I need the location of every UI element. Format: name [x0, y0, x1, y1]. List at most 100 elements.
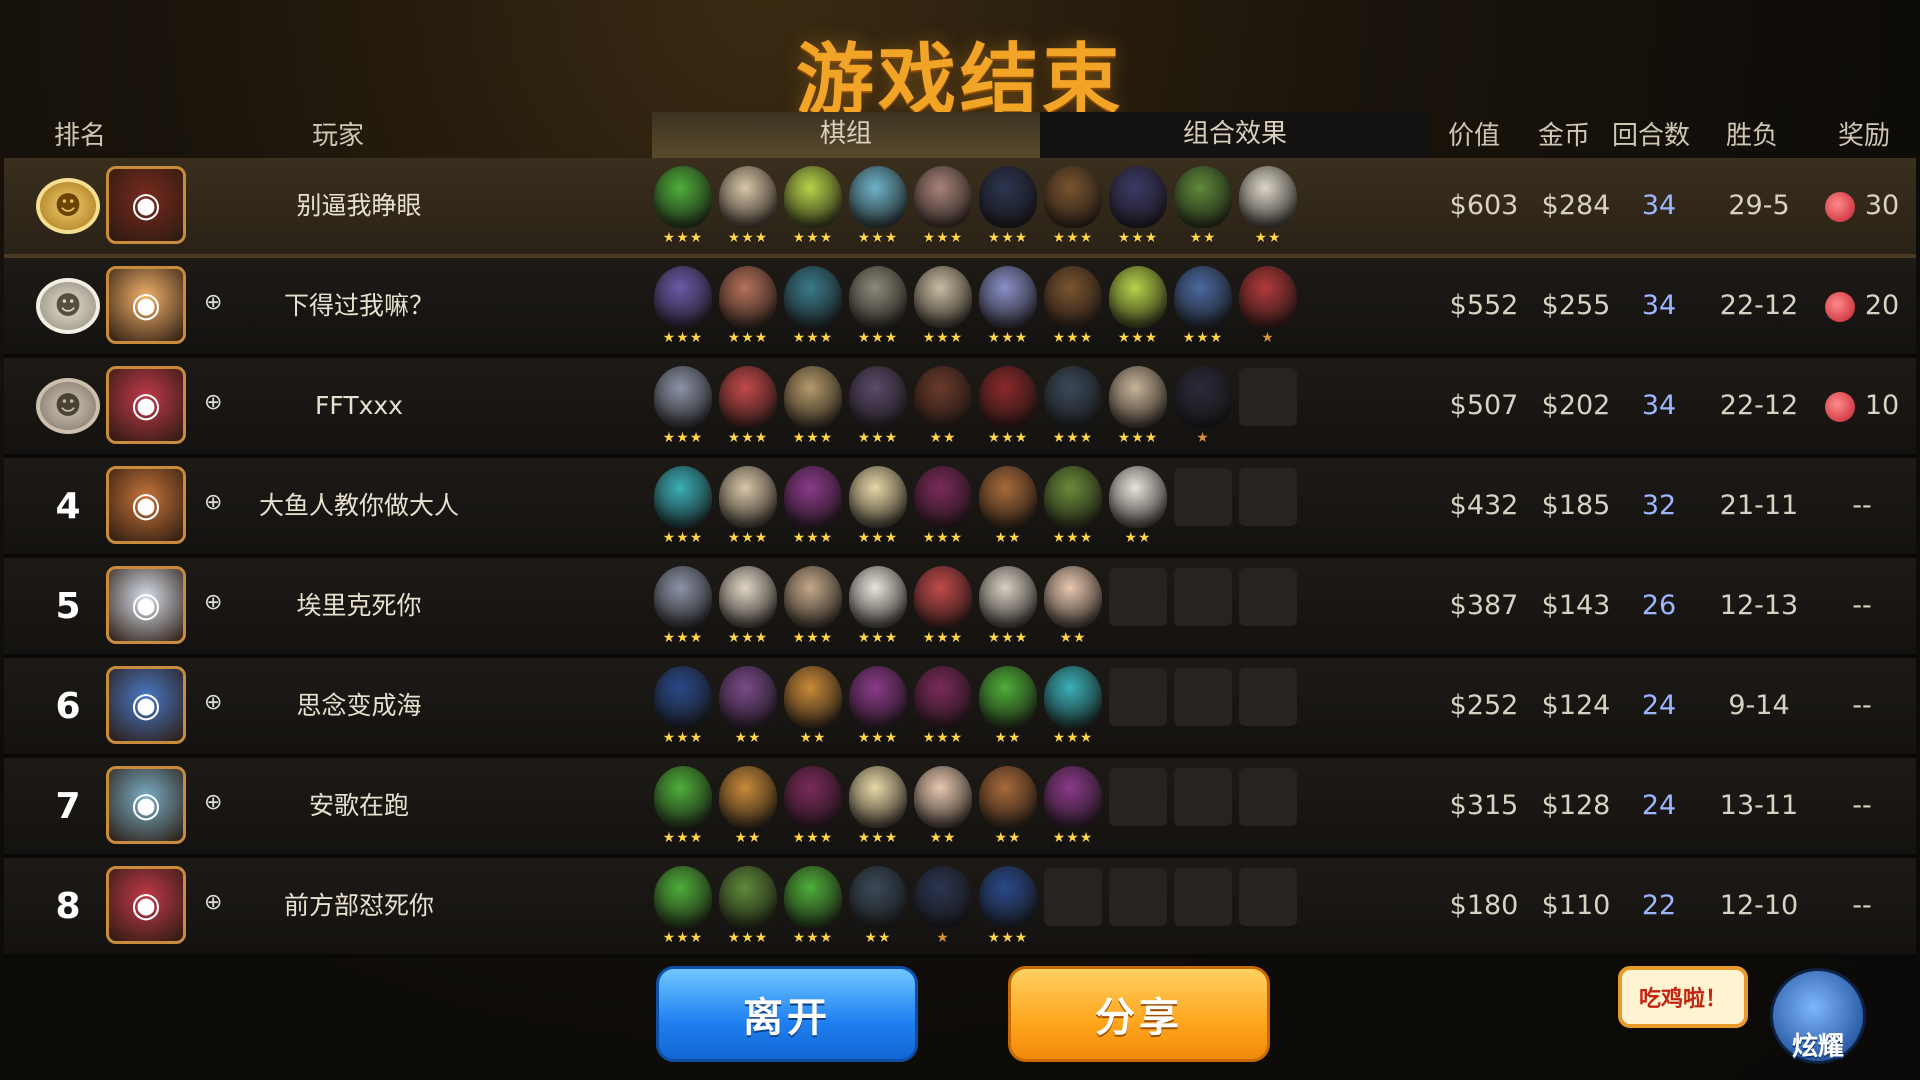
player-avatar[interactable]: ◉ — [106, 266, 186, 344]
chess-unit[interactable]: ★★★ — [717, 166, 779, 252]
chess-unit[interactable]: ★★ — [1237, 166, 1299, 252]
chess-unit[interactable]: ★★★ — [782, 866, 844, 952]
unit-portrait-icon — [719, 166, 777, 228]
chess-unit[interactable]: ★★★ — [717, 466, 779, 552]
chess-unit[interactable]: ★★ — [1042, 566, 1104, 652]
chess-unit[interactable]: ★★★ — [782, 766, 844, 852]
chess-unit[interactable]: ★★ — [717, 666, 779, 752]
player-avatar[interactable]: ◉ — [106, 866, 186, 944]
add-friend-icon[interactable]: ⊕ — [204, 390, 234, 420]
player-avatar[interactable]: ◉ — [106, 466, 186, 544]
chess-unit[interactable]: ★★★ — [652, 266, 714, 352]
reward-amount: -- — [1852, 490, 1872, 521]
chess-unit[interactable]: ★ — [1172, 366, 1234, 452]
chess-unit[interactable]: ★★ — [847, 866, 909, 952]
add-friend-icon[interactable]: ⊕ — [204, 690, 234, 720]
chess-unit[interactable]: ★★★ — [847, 366, 909, 452]
leave-button[interactable]: 离开 — [656, 966, 918, 1062]
player-avatar[interactable]: ◉ — [106, 366, 186, 444]
chess-unit[interactable]: ★★★ — [1107, 266, 1169, 352]
chess-unit[interactable]: ★★★ — [912, 266, 974, 352]
unit-portrait-icon — [979, 266, 1037, 328]
chess-unit[interactable]: ★★★ — [977, 266, 1039, 352]
chess-unit[interactable]: ★★★ — [652, 866, 714, 952]
chess-unit[interactable]: ★ — [912, 866, 974, 952]
value-cell: $507 — [1449, 390, 1519, 421]
chess-unit[interactable]: ★★ — [977, 766, 1039, 852]
chess-unit[interactable]: ★★★ — [1172, 266, 1234, 352]
add-friend-icon[interactable]: ⊕ — [204, 590, 234, 620]
star-rating-icon: ★★★ — [662, 730, 704, 746]
star-rating-icon: ★★★ — [922, 730, 964, 746]
chess-unit[interactable]: ★★ — [717, 766, 779, 852]
chess-unit[interactable]: ★★ — [1107, 466, 1169, 552]
chess-unit[interactable]: ★★★ — [912, 466, 974, 552]
chess-unit[interactable]: ★★★ — [847, 766, 909, 852]
chess-unit[interactable]: ★★★ — [782, 466, 844, 552]
chess-unit[interactable]: ★★ — [782, 666, 844, 752]
unit-portrait-icon — [719, 466, 777, 528]
show-off-label[interactable]: 炫耀 — [1774, 1026, 1862, 1063]
chess-unit[interactable]: ★★★ — [1042, 466, 1104, 552]
chess-unit[interactable]: ★★★ — [977, 366, 1039, 452]
empty-slot — [1174, 468, 1232, 526]
rounds-cell: 34 — [1641, 190, 1677, 221]
chess-unit[interactable]: ★★★ — [652, 366, 714, 452]
chess-unit[interactable]: ★★★ — [847, 566, 909, 652]
chess-unit[interactable]: ★★★ — [977, 866, 1039, 952]
chess-unit[interactable]: ★★★ — [652, 766, 714, 852]
chess-unit[interactable]: ★★ — [912, 766, 974, 852]
reward-amount: 30 — [1864, 190, 1900, 221]
chess-unit[interactable]: ★★★ — [912, 166, 974, 252]
player-avatar[interactable]: ◉ — [106, 166, 186, 244]
chess-unit[interactable]: ★★★ — [912, 566, 974, 652]
unit-portrait-icon — [1109, 466, 1167, 528]
chess-unit[interactable]: ★ — [1237, 266, 1299, 352]
chess-unit[interactable]: ★★ — [977, 466, 1039, 552]
chess-unit[interactable]: ★★★ — [977, 166, 1039, 252]
add-friend-icon[interactable]: ⊕ — [204, 890, 234, 920]
share-button[interactable]: 分享 — [1008, 966, 1270, 1062]
chess-unit[interactable]: ★★★ — [782, 566, 844, 652]
chess-unit[interactable]: ★★★ — [1042, 266, 1104, 352]
tab-lineup[interactable]: 棋组 — [652, 112, 1040, 161]
chess-unit[interactable]: ★★★ — [717, 566, 779, 652]
chess-unit[interactable]: ★★★ — [1042, 366, 1104, 452]
player-avatar[interactable]: ◉ — [106, 566, 186, 644]
player-avatar[interactable]: ◉ — [106, 666, 186, 744]
chess-unit[interactable]: ★★★ — [912, 666, 974, 752]
chess-unit[interactable]: ★★★ — [1042, 766, 1104, 852]
chess-unit[interactable]: ★★ — [977, 666, 1039, 752]
chess-unit[interactable]: ★★★ — [652, 666, 714, 752]
table-row: 8 ◉ ⊕ 前方部怼死你 ★★★ ★★★ ★★★ ★★ ★ ★★★ $180 $110 22 12-10-… — [4, 858, 1916, 958]
player-avatar[interactable]: ◉ — [106, 766, 186, 844]
chess-unit[interactable]: ★★★ — [847, 666, 909, 752]
add-friend-icon[interactable]: ⊕ — [204, 790, 234, 820]
chess-unit[interactable]: ★★★ — [847, 166, 909, 252]
chess-unit[interactable]: ★★★ — [717, 266, 779, 352]
chess-unit[interactable]: ★★★ — [847, 466, 909, 552]
chess-unit[interactable]: ★★★ — [1042, 166, 1104, 252]
chess-unit[interactable]: ★★★ — [652, 466, 714, 552]
star-rating-icon: ★★ — [994, 830, 1022, 846]
chess-unit[interactable]: ★★★ — [847, 266, 909, 352]
star-rating-icon: ★★★ — [922, 330, 964, 346]
chess-unit[interactable]: ★★★ — [717, 366, 779, 452]
chess-unit[interactable]: ★★★ — [977, 566, 1039, 652]
chess-unit[interactable]: ★★★ — [782, 366, 844, 452]
chess-unit[interactable]: ★★★ — [782, 166, 844, 252]
chess-unit[interactable]: ★★★ — [652, 166, 714, 252]
chess-unit[interactable]: ★★★ — [652, 566, 714, 652]
chess-unit[interactable]: ★★★ — [1107, 166, 1169, 252]
star-rating-icon: ★★★ — [1117, 430, 1159, 446]
chess-unit[interactable]: ★★ — [912, 366, 974, 452]
add-friend-icon[interactable]: ⊕ — [204, 290, 234, 320]
chess-unit[interactable]: ★★★ — [1042, 666, 1104, 752]
chess-unit[interactable]: ★★ — [1172, 166, 1234, 252]
add-friend-icon[interactable]: ⊕ — [204, 490, 234, 520]
chess-unit[interactable]: ★★★ — [782, 266, 844, 352]
star-rating-icon: ★★ — [994, 530, 1022, 546]
chess-unit[interactable]: ★★★ — [1107, 366, 1169, 452]
tab-synergy[interactable]: 组合效果 — [1040, 112, 1430, 158]
chess-unit[interactable]: ★★★ — [717, 866, 779, 952]
